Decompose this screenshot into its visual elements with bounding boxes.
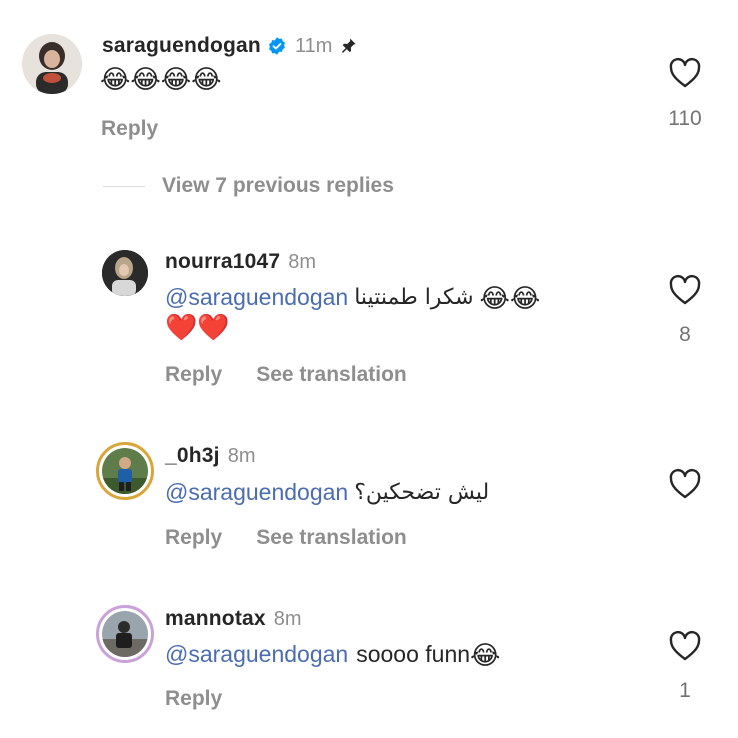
- reply-button[interactable]: Reply: [165, 687, 222, 711]
- reply-username[interactable]: nourra1047: [165, 250, 280, 274]
- reply-text: @saraguendogan ليش تضحكين؟: [165, 479, 495, 506]
- reply-header: nourra1047 8m: [165, 250, 316, 274]
- reply-button[interactable]: Reply: [101, 117, 158, 141]
- like-count: 110: [668, 107, 702, 130]
- avatar-0h3j[interactable]: [96, 442, 154, 500]
- heart-outline-icon[interactable]: [668, 468, 702, 500]
- comment-username[interactable]: saraguendogan: [102, 34, 261, 58]
- reply-emoji: 😂: [470, 639, 501, 670]
- comment-text: 😂😂😂😂: [100, 66, 222, 92]
- reply-actions: Reply: [165, 687, 222, 711]
- reply-emoji: 😂😂: [479, 282, 541, 313]
- heart-outline-icon[interactable]: [668, 57, 702, 89]
- avatar-image: [22, 34, 82, 94]
- pin-icon: [342, 38, 356, 53]
- reply-button[interactable]: Reply: [165, 526, 222, 550]
- reply-header: mannotax 8m: [165, 607, 302, 631]
- heart-outline-icon[interactable]: [668, 274, 702, 306]
- avatar-mannotax[interactable]: [96, 605, 154, 663]
- replies-divider: [103, 186, 145, 187]
- reply-time: 8m: [273, 607, 302, 630]
- reply-plain-text: soooo funn: [356, 641, 471, 667]
- reply-actions: Reply See translation: [165, 363, 407, 387]
- reply-header: _0h3j 8m: [165, 444, 256, 468]
- mention-link[interactable]: @saraguendogan: [165, 284, 348, 311]
- avatar-image: [102, 611, 148, 657]
- like-count: 1: [679, 679, 691, 702]
- reply-text: @saraguendogan soooo funn 😂: [165, 641, 500, 668]
- comment-header: saraguendogan 11m: [102, 34, 358, 58]
- reply-time: 8m: [288, 250, 317, 273]
- comment-emoji-text: 😂😂😂😂: [100, 64, 222, 94]
- mention-link[interactable]: @saraguendogan: [165, 641, 348, 668]
- reply-hearts: ❤️❤️: [165, 312, 230, 342]
- verified-badge-icon: [269, 37, 285, 55]
- reply-text-line-2: ❤️❤️: [165, 314, 230, 340]
- reply-arabic-text: ليش تضحكين؟: [354, 480, 490, 505]
- reply-actions: Reply See translation: [165, 526, 407, 550]
- reply-time: 8m: [227, 444, 256, 467]
- avatar-image: [102, 250, 148, 296]
- heart-outline-icon[interactable]: [668, 630, 702, 662]
- reply-text: @saraguendogan شكرا طمنتينا 😂😂: [165, 284, 540, 311]
- view-previous-replies-button[interactable]: View 7 previous replies: [162, 174, 394, 198]
- avatar-nourra1047[interactable]: [102, 250, 148, 296]
- reply-username[interactable]: mannotax: [165, 607, 266, 631]
- avatar-saraguendogan[interactable]: [22, 34, 82, 94]
- avatar-image: [102, 448, 148, 494]
- comment-actions: Reply: [101, 117, 158, 141]
- reply-arabic-text: شكرا طمنتينا: [354, 285, 474, 310]
- see-translation-button[interactable]: See translation: [256, 526, 407, 550]
- reply-button[interactable]: Reply: [165, 363, 222, 387]
- see-translation-button[interactable]: See translation: [256, 363, 407, 387]
- comment-time: 11m: [294, 34, 333, 57]
- mention-link[interactable]: @saraguendogan: [165, 479, 348, 506]
- like-count: 8: [679, 323, 691, 346]
- reply-username[interactable]: _0h3j: [165, 444, 220, 468]
